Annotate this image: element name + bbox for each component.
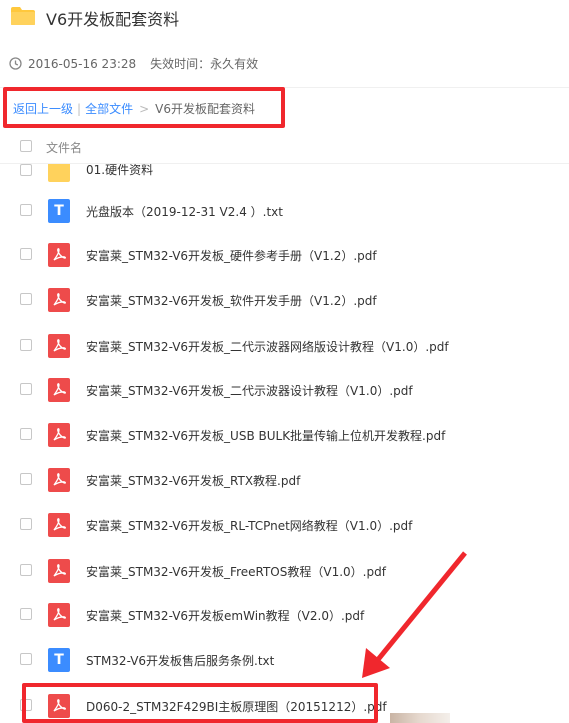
annotation-arrow-icon — [362, 551, 467, 678]
thumbnail-image — [390, 713, 450, 723]
